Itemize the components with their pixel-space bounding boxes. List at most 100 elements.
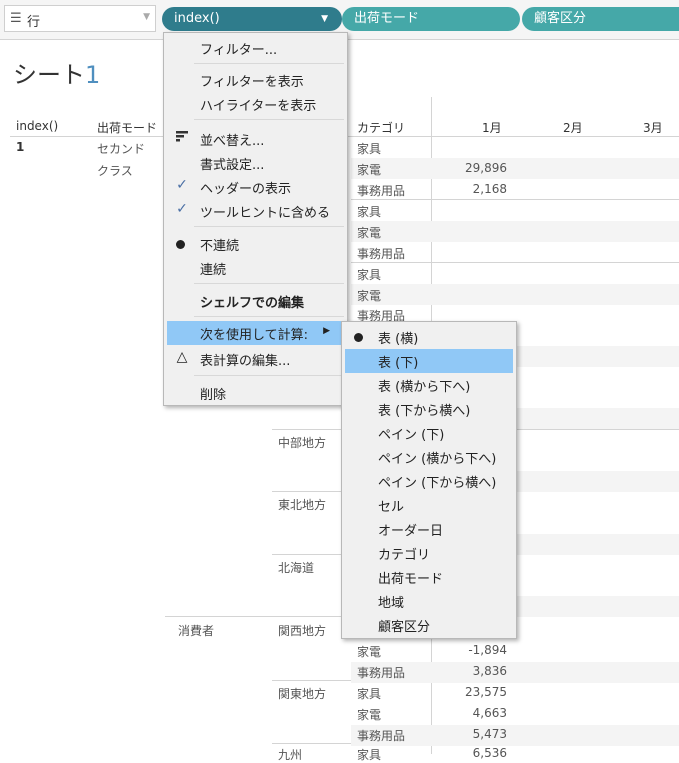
value-cell: 4,663 bbox=[472, 706, 507, 720]
menu-item-label: 次を使用して計算: bbox=[200, 328, 308, 343]
check-icon: ✓ bbox=[176, 177, 188, 193]
submenu-item-pane-down[interactable]: ペイン (下) bbox=[342, 421, 516, 445]
sheet-title-prefix: シート bbox=[13, 61, 85, 89]
menu-item-label: 連続 bbox=[200, 263, 227, 278]
submenu-item-order-date[interactable]: オーダー日 bbox=[342, 517, 516, 541]
submenu-item-category[interactable]: カテゴリ bbox=[342, 541, 516, 565]
value-cell: 6,536 bbox=[472, 746, 507, 760]
category-cell: 家具 bbox=[357, 205, 382, 219]
chevron-down-icon[interactable]: ▼ bbox=[321, 7, 328, 31]
index-value: 1 bbox=[16, 140, 25, 154]
submenu-item-ship-mode[interactable]: 出荷モード bbox=[342, 565, 516, 589]
menu-item-show-filter[interactable]: フィルターを表示 bbox=[164, 68, 347, 92]
category-cell: 家具 bbox=[357, 142, 382, 156]
submenu-item-pane-across-then-down[interactable]: ペイン (横から下へ) bbox=[342, 445, 516, 469]
chevron-down-icon[interactable]: ▼ bbox=[143, 12, 150, 22]
menu-item-remove[interactable]: 削除 bbox=[164, 381, 347, 405]
ship-mode-line1: セカンド bbox=[97, 142, 146, 156]
submenu-item-label: ペイン (横から下へ) bbox=[378, 452, 497, 467]
row-stripe bbox=[517, 534, 679, 555]
submenu-item-label: オーダー日 bbox=[378, 524, 444, 539]
menu-separator bbox=[194, 119, 344, 120]
region-label: 関西地方 bbox=[278, 624, 327, 638]
category-cell: 家具 bbox=[357, 687, 382, 701]
menu-item-label: ヘッダーの表示 bbox=[200, 182, 292, 197]
group-divider bbox=[272, 554, 342, 555]
submenu-item-label: 表 (横) bbox=[378, 332, 419, 347]
group-divider bbox=[272, 429, 342, 430]
row-stripe bbox=[351, 221, 679, 242]
delta-icon: △ bbox=[176, 349, 188, 365]
menu-item-format[interactable]: 書式設定... bbox=[164, 151, 347, 175]
pill-context-menu: フィルター... フィルターを表示 ハイライターを表示 並べ替え... 書式設定… bbox=[163, 32, 348, 406]
row-stripe bbox=[517, 596, 679, 617]
group-divider bbox=[165, 616, 341, 617]
region-label: 関東地方 bbox=[278, 687, 327, 701]
sheet-title: シート1 bbox=[13, 55, 100, 90]
group-divider bbox=[517, 429, 679, 430]
menu-item-label: フィルター... bbox=[200, 43, 278, 58]
submenu-item-pane-down-then-across[interactable]: ペイン (下から横へ) bbox=[342, 469, 516, 493]
menu-item-continuous[interactable]: 連続 bbox=[164, 256, 347, 280]
submenu-item-label: 出荷モード bbox=[378, 572, 444, 587]
submenu-item-table-across[interactable]: 表 (横) bbox=[342, 325, 516, 349]
category-cell: 家電 bbox=[357, 163, 382, 177]
category-cell: 家具 bbox=[357, 748, 382, 762]
menu-item-compute-using[interactable]: 次を使用して計算: ▶ bbox=[167, 321, 344, 345]
segment-label: 消費者 bbox=[178, 624, 215, 638]
pill-customer-segment-label: 顧客区分 bbox=[534, 11, 587, 26]
menu-item-show-highlighter[interactable]: ハイライターを表示 bbox=[164, 92, 347, 116]
row-stripe bbox=[517, 471, 679, 492]
menu-item-label: 書式設定... bbox=[200, 158, 265, 173]
row-stripe bbox=[517, 346, 679, 367]
rows-shelf-label[interactable]: ☰ 行 ▼ bbox=[4, 5, 156, 32]
category-cell: 事務用品 bbox=[357, 666, 406, 680]
menu-item-edit-in-shelf[interactable]: シェルフでの編集 bbox=[164, 289, 347, 313]
pill-ship-mode[interactable]: 出荷モード bbox=[342, 7, 520, 31]
menu-item-label: ハイライターを表示 bbox=[200, 99, 317, 114]
check-icon: ✓ bbox=[176, 201, 188, 217]
submenu-item-label: カテゴリ bbox=[378, 548, 431, 563]
value-cell: 23,575 bbox=[465, 685, 507, 699]
menu-item-sort[interactable]: 並べ替え... bbox=[164, 127, 347, 151]
pill-ship-mode-label: 出荷モード bbox=[354, 11, 420, 26]
radio-bullet-icon bbox=[354, 333, 363, 342]
submenu-item-table-across-then-down[interactable]: 表 (横から下へ) bbox=[342, 373, 516, 397]
pill-index[interactable]: index() ▼ bbox=[162, 7, 342, 31]
menu-item-label: 不連続 bbox=[200, 239, 240, 254]
column-header-category: カテゴリ bbox=[357, 121, 406, 135]
group-divider bbox=[272, 491, 342, 492]
category-cell: 家電 bbox=[357, 645, 382, 659]
menu-item-label: 表計算の編集... bbox=[200, 354, 291, 369]
chevron-right-icon: ▶ bbox=[323, 326, 330, 336]
rows-shelf-title: 行 bbox=[27, 15, 41, 30]
menu-item-label: フィルターを表示 bbox=[200, 75, 304, 90]
pill-customer-segment[interactable]: 顧客区分 bbox=[522, 7, 679, 31]
region-label: 東北地方 bbox=[278, 498, 327, 512]
category-cell: 家電 bbox=[357, 226, 382, 240]
menu-item-filter[interactable]: フィルター... bbox=[164, 36, 347, 60]
submenu-item-customer-segment[interactable]: 顧客区分 bbox=[342, 613, 516, 637]
menu-item-label: 削除 bbox=[200, 388, 227, 403]
menu-item-discrete[interactable]: 不連続 bbox=[164, 232, 347, 256]
menu-separator bbox=[194, 226, 344, 227]
menu-item-edit-table-calc[interactable]: △ 表計算の編集... bbox=[164, 347, 347, 371]
value-cell: 29,896 bbox=[465, 161, 507, 175]
submenu-item-cell[interactable]: セル bbox=[342, 493, 516, 517]
submenu-item-table-down[interactable]: 表 (下) bbox=[345, 349, 513, 373]
row-stripe bbox=[517, 408, 679, 429]
category-cell: 家具 bbox=[357, 268, 382, 282]
column-header-month: 2月 bbox=[563, 121, 583, 135]
submenu-item-region[interactable]: 地域 bbox=[342, 589, 516, 613]
row-stripe bbox=[351, 284, 679, 305]
ship-mode-line2: クラス bbox=[97, 164, 133, 178]
submenu-item-label: ペイン (下から横へ) bbox=[378, 476, 497, 491]
submenu-item-table-down-then-across[interactable]: 表 (下から横へ) bbox=[342, 397, 516, 421]
menu-item-label: 並べ替え... bbox=[200, 134, 265, 149]
category-cell: 事務用品 bbox=[357, 184, 406, 198]
rows-icon: ☰ bbox=[10, 11, 22, 26]
submenu-item-label: セル bbox=[378, 500, 405, 515]
menu-separator bbox=[194, 63, 344, 64]
menu-item-include-tooltip[interactable]: ✓ ツールヒントに含める bbox=[164, 199, 347, 223]
menu-item-show-header[interactable]: ✓ ヘッダーの表示 bbox=[164, 175, 347, 199]
